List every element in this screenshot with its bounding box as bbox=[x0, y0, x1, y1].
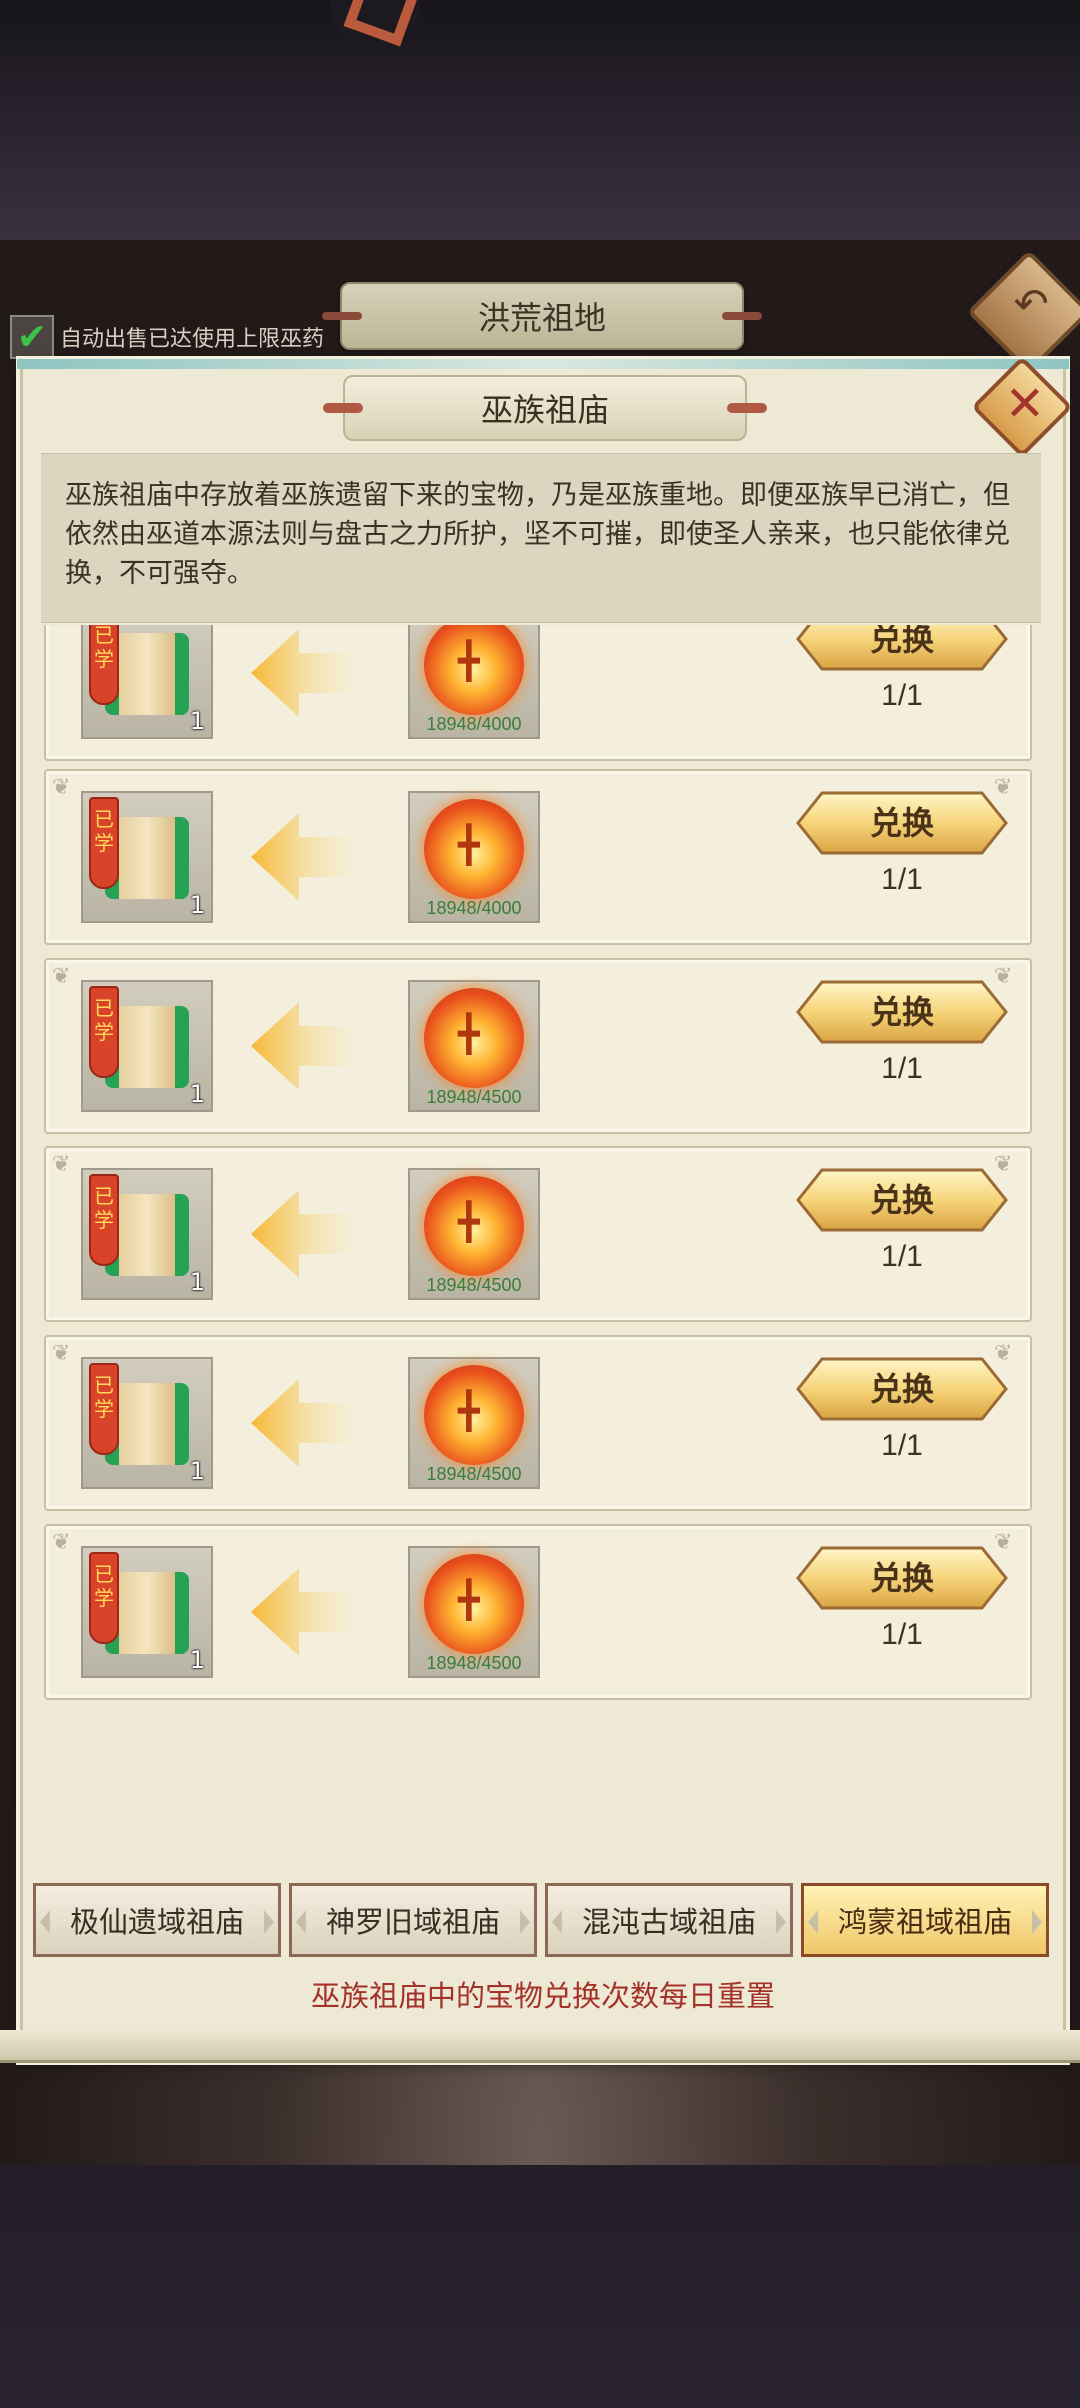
tab-jixian[interactable]: 极仙遗域祖庙 bbox=[33, 1883, 281, 1957]
exchange-limit: 1/1 bbox=[881, 1240, 923, 1273]
exchange-limit: 1/1 bbox=[881, 1618, 923, 1651]
checkmark-icon[interactable]: ✔ bbox=[10, 315, 54, 359]
exchange-row: ❦❦已学118948/4000兑换1/1 bbox=[44, 769, 1032, 945]
fire-essence-icon bbox=[424, 1554, 524, 1654]
cost-item-slot[interactable]: 18948/4500 bbox=[408, 1357, 540, 1489]
reward-scroll-slot[interactable]: 已学 1 bbox=[81, 791, 213, 923]
exchange-button-label: 兑换 bbox=[869, 1370, 934, 1408]
corner-ornament-icon: ❦ bbox=[52, 1341, 71, 1366]
reward-scroll-slot[interactable]: 已学 1 bbox=[81, 1546, 213, 1678]
exchange-row: ❦❦已学118948/4500兑换1/1 bbox=[44, 1524, 1032, 1700]
corner-ornament-icon: ❦ bbox=[52, 775, 71, 800]
tab-hundun[interactable]: 混沌古域祖庙 bbox=[545, 1883, 793, 1957]
fire-essence-icon bbox=[424, 625, 524, 715]
exchange-button-label: 兑换 bbox=[869, 625, 934, 658]
cost-item-slot[interactable]: 18948/4500 bbox=[408, 980, 540, 1112]
exchange-limit: 1/1 bbox=[881, 863, 923, 896]
cost-count: 18948/4500 bbox=[426, 1275, 522, 1295]
left-arrow-icon bbox=[251, 1379, 361, 1467]
auto-sell-label: 自动出售已达使用上限巫药 bbox=[60, 327, 325, 352]
fire-essence-icon bbox=[424, 799, 524, 899]
exchange-button[interactable]: 兑换 bbox=[796, 980, 1008, 1044]
left-arrow-icon bbox=[251, 1568, 361, 1656]
exchange-button-label: 兑换 bbox=[869, 993, 934, 1031]
learned-tag: 已学 bbox=[89, 1363, 119, 1455]
learned-tag: 已学 bbox=[89, 1174, 119, 1266]
fire-essence-icon bbox=[424, 988, 524, 1088]
exchange-button[interactable]: 兑换 bbox=[796, 625, 1008, 671]
panel-title: 巫族祖庙 bbox=[323, 375, 767, 441]
item-quantity: 1 bbox=[189, 707, 205, 735]
reward-scroll-slot[interactable]: 已学 1 bbox=[81, 980, 213, 1112]
corner-ornament-icon: ❦ bbox=[52, 964, 71, 989]
panel-description: 巫族祖庙中存放着巫族遗留下来的宝物，乃是巫族重地。即便巫族早已消亡，但依然由巫道… bbox=[41, 453, 1041, 623]
cost-item-slot[interactable]: 18948/4000 bbox=[408, 625, 540, 739]
exchange-button-label: 兑换 bbox=[869, 1181, 934, 1219]
exchange-button[interactable]: 兑换 bbox=[796, 1168, 1008, 1232]
fire-essence-icon bbox=[424, 1176, 524, 1276]
fire-essence-icon bbox=[424, 1365, 524, 1465]
exchange-button-label: 兑换 bbox=[869, 1559, 934, 1597]
exchange-limit: 1/1 bbox=[881, 679, 923, 712]
tab-hongmeng[interactable]: 鸿蒙祖域祖庙 bbox=[801, 1883, 1049, 1957]
bottom-dark-area bbox=[0, 2165, 1080, 2408]
exchange-button[interactable]: 兑换 bbox=[796, 791, 1008, 855]
left-arrow-icon bbox=[251, 813, 361, 901]
exchange-button-label: 兑换 bbox=[869, 804, 934, 842]
ancestral-temple-panel: 巫族祖庙 ✕ 巫族祖庙中存放着巫族遗留下来的宝物，乃是巫族重地。即便巫族早已消亡… bbox=[17, 356, 1073, 2061]
tab-shenluo[interactable]: 神罗旧域祖庙 bbox=[289, 1883, 537, 1957]
item-quantity: 1 bbox=[189, 891, 205, 919]
cost-count: 18948/4000 bbox=[426, 714, 522, 734]
temple-tabs: 极仙遗域祖庙 神罗旧域祖庙 混沌古域祖庙 鸿蒙祖域祖庙 bbox=[33, 1883, 1053, 1961]
corner-ornament-icon: ❦ bbox=[52, 1530, 71, 1555]
reward-scroll-slot[interactable]: 已学 1 bbox=[81, 625, 213, 739]
left-arrow-icon bbox=[251, 1190, 361, 1278]
exchange-row: ❦❦已学118948/4500兑换1/1 bbox=[44, 958, 1032, 1134]
exchange-list[interactable]: ❦ ❦ 已学 1 18948/4000 兑换 1/1 ❦ ❦ 已学 1 18948/4000 兑换 1/1… bbox=[41, 625, 1041, 1775]
cost-count: 18948/4000 bbox=[426, 898, 522, 918]
exchange-button[interactable]: 兑换 bbox=[796, 1357, 1008, 1421]
cost-item-slot[interactable]: 18948/4500 bbox=[408, 1546, 540, 1678]
learned-tag: 已学 bbox=[89, 1552, 119, 1644]
reward-scroll-slot[interactable]: 已学 1 bbox=[81, 1357, 213, 1489]
top-dark-area bbox=[0, 0, 1080, 240]
exchange-button[interactable]: 兑换 bbox=[796, 1546, 1008, 1610]
close-icon: ✕ bbox=[1004, 376, 1046, 433]
exchange-limit: 1/1 bbox=[881, 1052, 923, 1085]
cost-item-slot[interactable]: 18948/4000 bbox=[408, 791, 540, 923]
item-quantity: 1 bbox=[189, 1457, 205, 1485]
item-quantity: 1 bbox=[189, 1268, 205, 1296]
left-arrow-icon bbox=[251, 1002, 361, 1090]
exchange-limit: 1/1 bbox=[881, 1429, 923, 1462]
cost-item-slot[interactable]: 18948/4500 bbox=[408, 1168, 540, 1300]
panel-bottom-rod bbox=[0, 2030, 1080, 2063]
panel-top-rod bbox=[17, 359, 1069, 369]
exchange-row: ❦❦已学118948/4500兑换1/1 bbox=[44, 1146, 1032, 1322]
close-button[interactable]: ✕ bbox=[971, 356, 1073, 458]
reset-note: 巫族祖庙中的宝物兑换次数每日重置 bbox=[310, 1979, 775, 2013]
cost-count: 18948/4500 bbox=[426, 1653, 522, 1673]
item-quantity: 1 bbox=[189, 1646, 205, 1674]
exchange-row: ❦❦已学118948/4000兑换1/1 bbox=[44, 625, 1032, 761]
item-quantity: 1 bbox=[189, 1080, 205, 1108]
auto-sell-option[interactable]: ✔ 自动出售已达使用上限巫药 bbox=[10, 315, 324, 359]
exchange-row: ❦❦已学118948/4500兑换1/1 bbox=[44, 1335, 1032, 1511]
corner-ornament-icon: ❦ bbox=[52, 1152, 71, 1177]
cost-count: 18948/4500 bbox=[426, 1087, 522, 1107]
cost-count: 18948/4500 bbox=[426, 1464, 522, 1484]
app-logo-icon bbox=[330, 0, 420, 50]
left-arrow-icon bbox=[251, 629, 361, 717]
learned-tag: 已学 bbox=[89, 625, 119, 705]
return-arrow-icon: ↶ bbox=[1013, 279, 1049, 329]
reward-scroll-slot[interactable]: 已学 1 bbox=[81, 1168, 213, 1300]
background-window-title: 洪荒祖地 bbox=[322, 282, 762, 350]
learned-tag: 已学 bbox=[89, 986, 119, 1078]
learned-tag: 已学 bbox=[89, 797, 119, 889]
